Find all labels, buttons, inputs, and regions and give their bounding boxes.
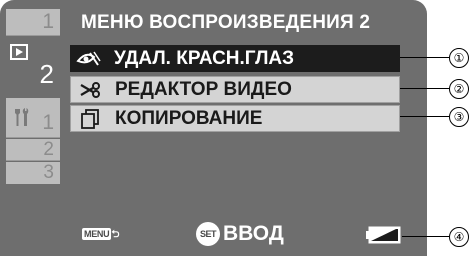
menu-item-label: УДАЛ. КРАСН.ГЛАЗ [114, 47, 295, 69]
menu-item-video-editor[interactable]: РЕДАКТОР ВИДЕО [70, 76, 400, 103]
camera-screen: 1 2 1 2 3 МЕНЮ ВОСПРОИЗВЕДЕНИЯ 2 УДАЛ. К… [0, 0, 427, 256]
menu-item-label: КОПИРОВАНИЕ [115, 107, 263, 129]
red-eye-icon [72, 45, 106, 72]
callout-line [402, 236, 449, 237]
menu-item-label: РЕДАКТОР ВИДЕО [115, 78, 292, 100]
tab-number: 1 [42, 111, 54, 134]
callout-line [400, 57, 449, 58]
callout-line [400, 88, 449, 89]
callout-line [400, 116, 449, 117]
callout-3: ③ [449, 107, 469, 127]
set-label: ВВОД [223, 222, 284, 245]
tab-number: 2 [43, 139, 54, 160]
menu-key-icon: MENU [82, 228, 112, 240]
set-enter-button[interactable]: SET ВВОД [196, 222, 284, 246]
tab-tools-3[interactable]: 3 [6, 162, 60, 184]
menu-title: МЕНЮ ВОСПРОИЗВЕДЕНИЯ 2 [81, 12, 371, 33]
menu-tabs: 1 2 1 2 3 [0, 0, 64, 256]
callout-4: ④ [449, 227, 469, 247]
play-icon [10, 44, 28, 60]
tab-playback-2[interactable]: 2 [6, 37, 64, 90]
tab-number: 3 [43, 162, 54, 183]
menu-back-button[interactable]: MENU [82, 224, 120, 244]
copy-icon [73, 105, 107, 132]
scissors-icon [73, 76, 107, 103]
return-arrow-icon [111, 229, 120, 238]
tab-shooting-1[interactable]: 1 [6, 9, 60, 36]
callout-1: ① [449, 48, 469, 68]
tools-icon [15, 108, 29, 126]
tab-tools-1[interactable]: 1 [6, 98, 60, 138]
tab-number: 1 [42, 10, 54, 33]
menu-item-red-eye[interactable]: УДАЛ. КРАСН.ГЛАЗ [70, 45, 400, 72]
set-key-icon: SET [196, 222, 220, 246]
tab-tools-2[interactable]: 2 [6, 139, 60, 161]
battery-icon [366, 226, 401, 244]
menu-item-copy[interactable]: КОПИРОВАНИЕ [70, 105, 400, 132]
callout-2: ② [449, 79, 469, 99]
tab-number: 2 [39, 59, 54, 89]
